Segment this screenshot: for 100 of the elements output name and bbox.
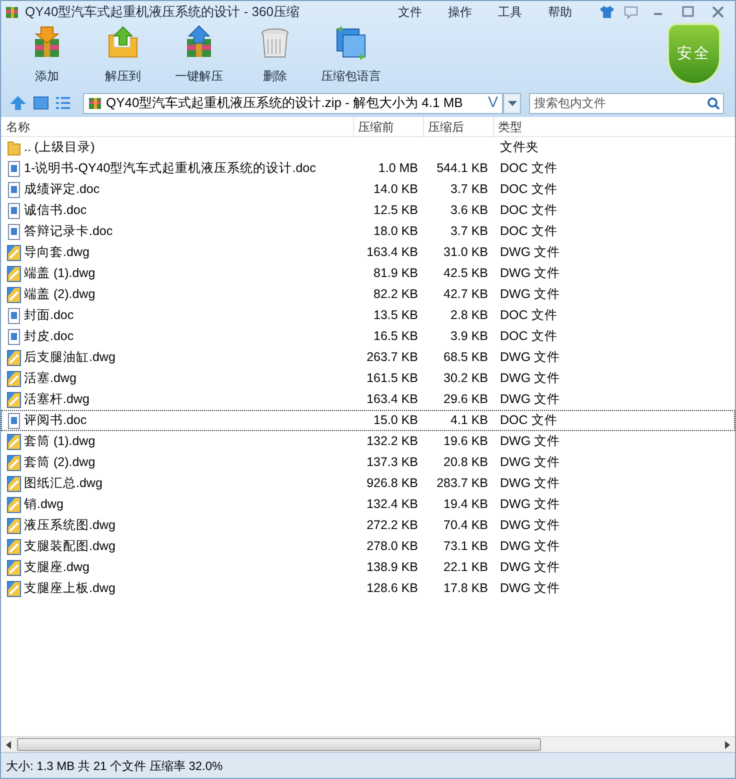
- table-cell-text: DWG 文件: [500, 496, 560, 514]
- file-name: 端盖 (1).dwg: [24, 265, 96, 282]
- file-row[interactable]: 液压系统图.dwg 272.2 KB 70.4 KB DWG 文件: [1, 515, 735, 536]
- table-cell-text: 18.0 KB: [374, 223, 418, 240]
- file-name: 答辩记录卡.doc: [24, 223, 113, 240]
- table-cell-text: DWG 文件: [500, 454, 560, 472]
- file-row[interactable]: 套筒 (2).dwg 137.3 KB 20.8 KB DWG 文件: [1, 452, 735, 473]
- drawing-file-icon: [7, 580, 21, 596]
- toolbar-button[interactable]: 删除: [237, 23, 313, 87]
- document-icon: [7, 308, 21, 324]
- table-cell-text: 138.9 KB: [366, 559, 418, 576]
- table-cell-text: 19.4 KB: [444, 496, 488, 514]
- v-mark: V: [488, 92, 498, 113]
- table-cell-text: 137.3 KB: [366, 454, 418, 472]
- address-field[interactable]: QY40型汽车式起重机液压系统的设计.zip - 解包大小为 4.1 MB V: [83, 92, 503, 114]
- table-cell-text: 81.9 KB: [374, 265, 418, 282]
- table-cell-text: 263.7 KB: [366, 349, 418, 366]
- file-row[interactable]: 活塞.dwg 161.5 KB 30.2 KB DWG 文件: [1, 368, 735, 389]
- table-cell-text: 926.8 KB: [366, 475, 418, 492]
- file-row[interactable]: 图纸汇总.dwg 926.8 KB 283.7 KB DWG 文件: [1, 473, 735, 494]
- menu-item[interactable]: 工具: [485, 3, 535, 21]
- table-cell-text: DOC 文件: [500, 307, 558, 324]
- table-cell-text: DOC 文件: [500, 412, 558, 430]
- file-row[interactable]: 支腿装配图.dwg 278.0 KB 73.1 KB DWG 文件: [1, 536, 735, 557]
- file-name: 评阅书.doc: [24, 412, 87, 430]
- column-header[interactable]: 压缩后: [423, 117, 493, 136]
- file-row[interactable]: 后支腿油缸.dwg 263.7 KB 68.5 KB DWG 文件: [1, 347, 735, 368]
- toolbar-button[interactable]: 一键解压: [161, 23, 237, 87]
- table-cell-text: 4.1 KB: [450, 412, 488, 430]
- file-row[interactable]: 成绩评定.doc 14.0 KB 3.7 KB DOC 文件: [1, 179, 735, 200]
- large-view-icon[interactable]: [33, 96, 49, 110]
- file-name: 销.dwg: [24, 496, 64, 514]
- status-text: 大小: 1.3 MB 共 21 个文件 压缩率 32.0%: [6, 758, 223, 774]
- file-name: 封面.doc: [24, 307, 74, 324]
- file-row[interactable]: 活塞杆.dwg 163.4 KB 29.6 KB DWG 文件: [1, 389, 735, 410]
- file-row[interactable]: 支腿座.dwg 138.9 KB 22.1 KB DWG 文件: [1, 557, 735, 578]
- table-cell-text: DWG 文件: [500, 580, 560, 598]
- dropdown-button[interactable]: [503, 92, 521, 114]
- file-name: 后支腿油缸.dwg: [24, 349, 116, 366]
- toolbar-button[interactable]: 解压到: [85, 23, 161, 87]
- toolbar-button[interactable]: 添加: [9, 23, 85, 87]
- table-cell-text: 15.0 KB: [374, 412, 418, 430]
- table-cell-text: DWG 文件: [500, 265, 560, 282]
- search-field[interactable]: 搜索包内文件: [529, 92, 724, 114]
- table-cell-text: DWG 文件: [500, 391, 560, 408]
- table-cell-text: 278.0 KB: [366, 538, 418, 556]
- file-row[interactable]: 1-说明书-QY40型汽车式起重机液压系统的设计.doc 1.0 MB 544.1 KB DOC 文件: [1, 158, 735, 179]
- table-cell-text: DWG 文件: [500, 244, 560, 262]
- table-cell-text: DOC 文件: [500, 160, 558, 178]
- file-row[interactable]: .. (上级目录) 文件夹: [1, 137, 735, 158]
- file-row[interactable]: 端盖 (2).dwg 82.2 KB 42.7 KB DWG 文件: [1, 284, 735, 305]
- drawing-file-icon: [7, 476, 21, 492]
- table-cell-text: 161.5 KB: [366, 370, 418, 388]
- file-name: 套筒 (1).dwg: [24, 433, 96, 450]
- file-row[interactable]: 套筒 (1).dwg 132.2 KB 19.6 KB DWG 文件: [1, 431, 735, 452]
- table-cell-text: 1.0 MB: [378, 160, 418, 178]
- table-cell-text: DOC 文件: [500, 328, 558, 346]
- column-header[interactable]: 名称: [1, 117, 353, 136]
- table-cell-text: 14.0 KB: [374, 181, 418, 198]
- file-name: 套筒 (2).dwg: [24, 454, 96, 472]
- column-header[interactable]: 压缩前: [353, 117, 423, 136]
- table-cell-text: 163.4 KB: [366, 244, 418, 262]
- file-row[interactable]: 销.dwg 132.4 KB 19.4 KB DWG 文件: [1, 494, 735, 515]
- table-cell-text: 30.2 KB: [444, 370, 488, 388]
- feedback-icon[interactable]: [623, 5, 639, 19]
- table-cell-text: 68.5 KB: [444, 349, 488, 366]
- file-name: 活塞杆.dwg: [24, 391, 90, 408]
- column-header[interactable]: 类型: [493, 117, 573, 136]
- table-cell-text: DOC 文件: [500, 223, 558, 240]
- shirt-icon[interactable]: [599, 5, 615, 19]
- file-row[interactable]: 答辩记录卡.doc 18.0 KB 3.7 KB DOC 文件: [1, 221, 735, 242]
- file-row[interactable]: 封面.doc 13.5 KB 2.8 KB DOC 文件: [1, 305, 735, 326]
- up-arrow-icon[interactable]: [9, 95, 27, 111]
- table-cell-text: 31.0 KB: [444, 244, 488, 262]
- file-row[interactable]: 封皮.doc 16.5 KB 3.9 KB DOC 文件: [1, 326, 735, 347]
- file-row[interactable]: 导向套.dwg 163.4 KB 31.0 KB DWG 文件: [1, 242, 735, 263]
- file-row[interactable]: 评阅书.doc 15.0 KB 4.1 KB DOC 文件: [1, 410, 735, 431]
- file-row[interactable]: 诚信书.doc 12.5 KB 3.6 KB DOC 文件: [1, 200, 735, 221]
- file-row[interactable]: 端盖 (1).dwg 81.9 KB 42.5 KB DWG 文件: [1, 263, 735, 284]
- file-name: 诚信书.doc: [24, 202, 87, 220]
- table-cell-text: DWG 文件: [500, 475, 560, 492]
- table-cell-text: 20.8 KB: [444, 454, 488, 472]
- table-cell-text: DWG 文件: [500, 286, 560, 304]
- document-icon: [7, 328, 21, 344]
- table-cell-text: DWG 文件: [500, 559, 560, 576]
- table-cell-text: 73.1 KB: [444, 538, 488, 556]
- document-icon: [7, 412, 21, 428]
- file-name: 支腿座.dwg: [24, 559, 90, 576]
- scrollbar-thumb[interactable]: [17, 738, 541, 751]
- archive-icon: [88, 96, 102, 110]
- file-row[interactable]: 支腿座上板.dwg 128.6 KB 17.8 KB DWG 文件: [1, 578, 735, 599]
- menu-item[interactable]: 文件: [385, 3, 435, 21]
- menu-item[interactable]: 帮助: [535, 3, 585, 21]
- list-view-icon[interactable]: [55, 96, 71, 110]
- table-cell-text: 3.7 KB: [450, 181, 488, 198]
- app-icon: [5, 5, 19, 19]
- menu-item[interactable]: 操作: [435, 3, 485, 21]
- search-icon[interactable]: [707, 96, 720, 110]
- toolbar-button[interactable]: 压缩包语言: [313, 23, 389, 87]
- table-cell-text: DWG 文件: [500, 517, 560, 534]
